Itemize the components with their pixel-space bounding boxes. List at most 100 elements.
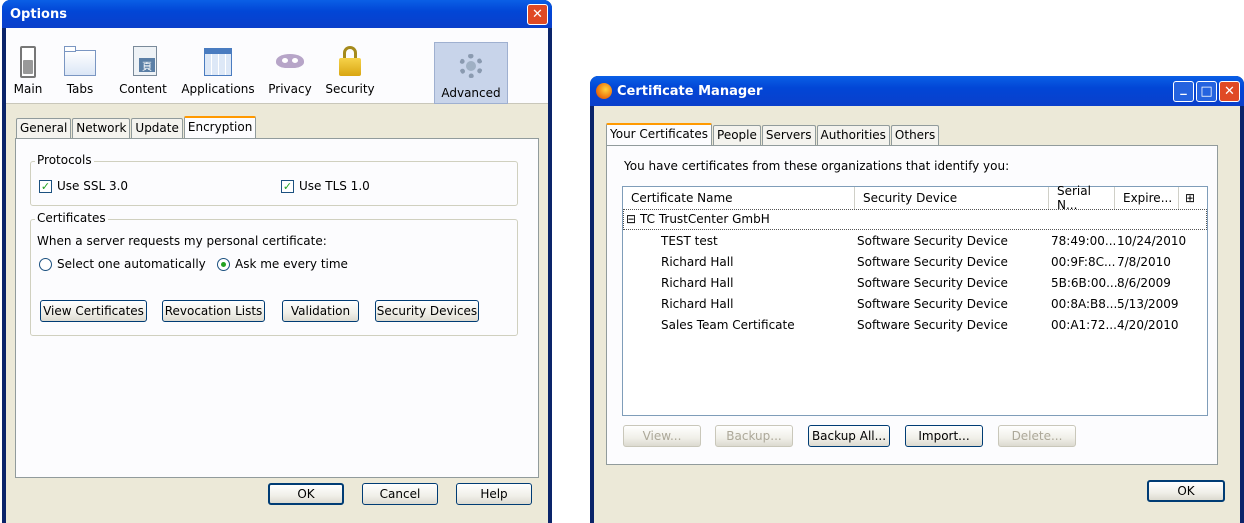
tab-authorities[interactable]: Authorities xyxy=(816,125,890,145)
table-row[interactable]: Richard Hall Software Security Device 00… xyxy=(623,252,1207,273)
cert-serial: 00:8A:B8... xyxy=(1051,297,1118,311)
revocation-lists-button[interactable]: Revocation Lists xyxy=(162,300,265,322)
view-certificates-button[interactable]: View Certificates xyxy=(40,300,147,322)
radio-icon xyxy=(39,257,52,271)
security-devices-button[interactable]: Security Devices xyxy=(375,300,479,322)
pane-advanced-label: Advanced xyxy=(441,86,501,100)
delete-button[interactable]: Delete... xyxy=(998,425,1076,447)
use-ssl-checkbox[interactable]: ✓ Use SSL 3.0 xyxy=(39,179,128,193)
pane-privacy[interactable]: Privacy xyxy=(260,42,320,100)
column-security-device[interactable]: Security Device xyxy=(855,187,1049,209)
certificates-label: Certificates xyxy=(35,211,108,225)
ask-every-time-label: Ask me every time xyxy=(235,257,348,271)
certmgr-titlebar[interactable]: Certificate Manager xyxy=(590,76,1244,106)
ok-button[interactable]: OK xyxy=(1147,480,1225,502)
pane-main-label: Main xyxy=(13,82,43,96)
close-icon: ✕ xyxy=(1224,84,1235,99)
tab-encryption[interactable]: Encryption xyxy=(183,116,257,138)
tab-update[interactable]: Update xyxy=(131,118,183,138)
pane-main[interactable]: Main xyxy=(6,42,50,100)
options-titlebar[interactable]: Options xyxy=(2,0,552,28)
table-row[interactable]: Richard Hall Software Security Device 5B… xyxy=(623,273,1207,294)
minimize-button[interactable]: _ xyxy=(1173,81,1194,102)
ask-every-time-radio[interactable]: Ask me every time xyxy=(217,257,348,271)
pane-advanced[interactable]: Advanced xyxy=(434,42,508,104)
view-button[interactable]: View... xyxy=(623,425,701,447)
checkmark-icon: ✓ xyxy=(281,179,294,193)
pane-applications-label: Applications xyxy=(181,82,255,96)
cert-device: Software Security Device xyxy=(857,297,1008,311)
certmgr-tabs: Your Certificates People Servers Authori… xyxy=(606,123,940,145)
checkmark-icon: ✓ xyxy=(39,179,52,193)
table-row[interactable]: TEST test Software Security Device 78:49… xyxy=(623,231,1207,252)
gear-icon xyxy=(455,50,487,82)
table-row[interactable]: Sales Team Certificate Software Security… xyxy=(623,315,1207,336)
tab-network[interactable]: Network xyxy=(72,118,131,138)
cert-name: Richard Hall xyxy=(661,297,734,311)
close-button[interactable]: ✕ xyxy=(1219,81,1240,102)
options-title: Options xyxy=(10,6,67,22)
certificates-group: Certificates When a server requests my p… xyxy=(30,211,518,336)
select-automatically-label: Select one automatically xyxy=(57,257,206,271)
pane-privacy-label: Privacy xyxy=(268,82,312,96)
cert-name: Richard Hall xyxy=(661,255,734,269)
cert-serial: 5B:6B:00... xyxy=(1051,276,1118,290)
cert-expires: 8/6/2009 xyxy=(1117,276,1171,290)
cert-name: Richard Hall xyxy=(661,276,734,290)
backup-all-button[interactable]: Backup All... xyxy=(808,425,890,447)
use-tls-label: Use TLS 1.0 xyxy=(299,179,370,193)
certmgr-title: Certificate Manager xyxy=(617,83,763,99)
pane-content[interactable]: 頁 Content xyxy=(110,42,176,100)
column-certificate-name[interactable]: Certificate Name xyxy=(623,187,855,209)
options-client: Main Tabs 頁 Content Applications Privacy… xyxy=(6,28,548,523)
tab-your-certificates[interactable]: Your Certificates xyxy=(606,123,713,145)
collapse-icon[interactable]: ⊟ xyxy=(626,212,636,226)
maximize-icon: □ xyxy=(1200,84,1213,99)
cert-prompt: When a server requests my personal certi… xyxy=(37,234,327,248)
padlock-icon xyxy=(334,46,366,78)
radio-selected-icon xyxy=(217,257,230,271)
ok-button[interactable]: OK xyxy=(268,483,344,505)
use-tls-checkbox[interactable]: ✓ Use TLS 1.0 xyxy=(281,179,370,193)
tabs-icon xyxy=(64,46,96,78)
cert-device: Software Security Device xyxy=(857,234,1008,248)
content-icon: 頁 xyxy=(127,46,159,78)
column-picker-icon[interactable]: ⊞ xyxy=(1179,187,1207,209)
import-button[interactable]: Import... xyxy=(905,425,983,447)
validation-button[interactable]: Validation xyxy=(282,300,359,322)
tab-people[interactable]: People xyxy=(713,125,761,145)
options-window: Options ✕ Main Tabs 頁 Content Applicatio… xyxy=(2,0,552,523)
cert-serial: 00:9F:8C... xyxy=(1051,255,1116,269)
certificate-manager-window: Certificate Manager _ □ ✕ Your Certifica… xyxy=(590,76,1244,523)
backup-button[interactable]: Backup... xyxy=(715,425,793,447)
cert-expires: 10/24/2010 xyxy=(1117,234,1187,248)
cert-device: Software Security Device xyxy=(857,318,1008,332)
select-automatically-radio[interactable]: Select one automatically xyxy=(39,257,206,271)
column-expires[interactable]: Expire... xyxy=(1115,187,1179,209)
your-certificates-panel: You have certificates from these organiz… xyxy=(606,145,1218,465)
protocols-group: Protocols ✓ Use SSL 3.0 ✓ Use TLS 1.0 xyxy=(30,153,518,206)
pane-content-label: Content xyxy=(119,82,167,96)
pane-tabs[interactable]: Tabs xyxy=(50,42,110,100)
pane-applications[interactable]: Applications xyxy=(176,42,260,100)
maximize-button[interactable]: □ xyxy=(1196,81,1217,102)
tab-general[interactable]: General xyxy=(16,118,72,138)
certmgr-client: Your Certificates People Servers Authori… xyxy=(594,106,1240,523)
certificate-tree[interactable]: Certificate Name Security Device Serial … xyxy=(622,184,1208,416)
encryption-panel: Protocols ✓ Use SSL 3.0 ✓ Use TLS 1.0 Ce… xyxy=(15,138,539,478)
tree-group-row[interactable]: ⊟ TC TrustCenter GmbH xyxy=(623,209,1207,230)
cancel-button[interactable]: Cancel xyxy=(362,483,438,505)
switch-icon xyxy=(12,46,44,78)
column-serial-number[interactable]: Serial N... xyxy=(1049,184,1115,212)
cert-serial: 00:A1:72... xyxy=(1051,318,1117,332)
pane-security[interactable]: Security xyxy=(320,42,380,100)
cert-device: Software Security Device xyxy=(857,255,1008,269)
pane-tabs-label: Tabs xyxy=(66,82,94,96)
table-row[interactable]: Richard Hall Software Security Device 00… xyxy=(623,294,1207,315)
tab-others[interactable]: Others xyxy=(890,125,940,145)
cert-expires: 7/8/2010 xyxy=(1117,255,1171,269)
cert-device: Software Security Device xyxy=(857,276,1008,290)
close-button[interactable]: ✕ xyxy=(527,4,548,25)
tab-servers[interactable]: Servers xyxy=(761,125,816,145)
help-button[interactable]: Help xyxy=(456,483,532,505)
